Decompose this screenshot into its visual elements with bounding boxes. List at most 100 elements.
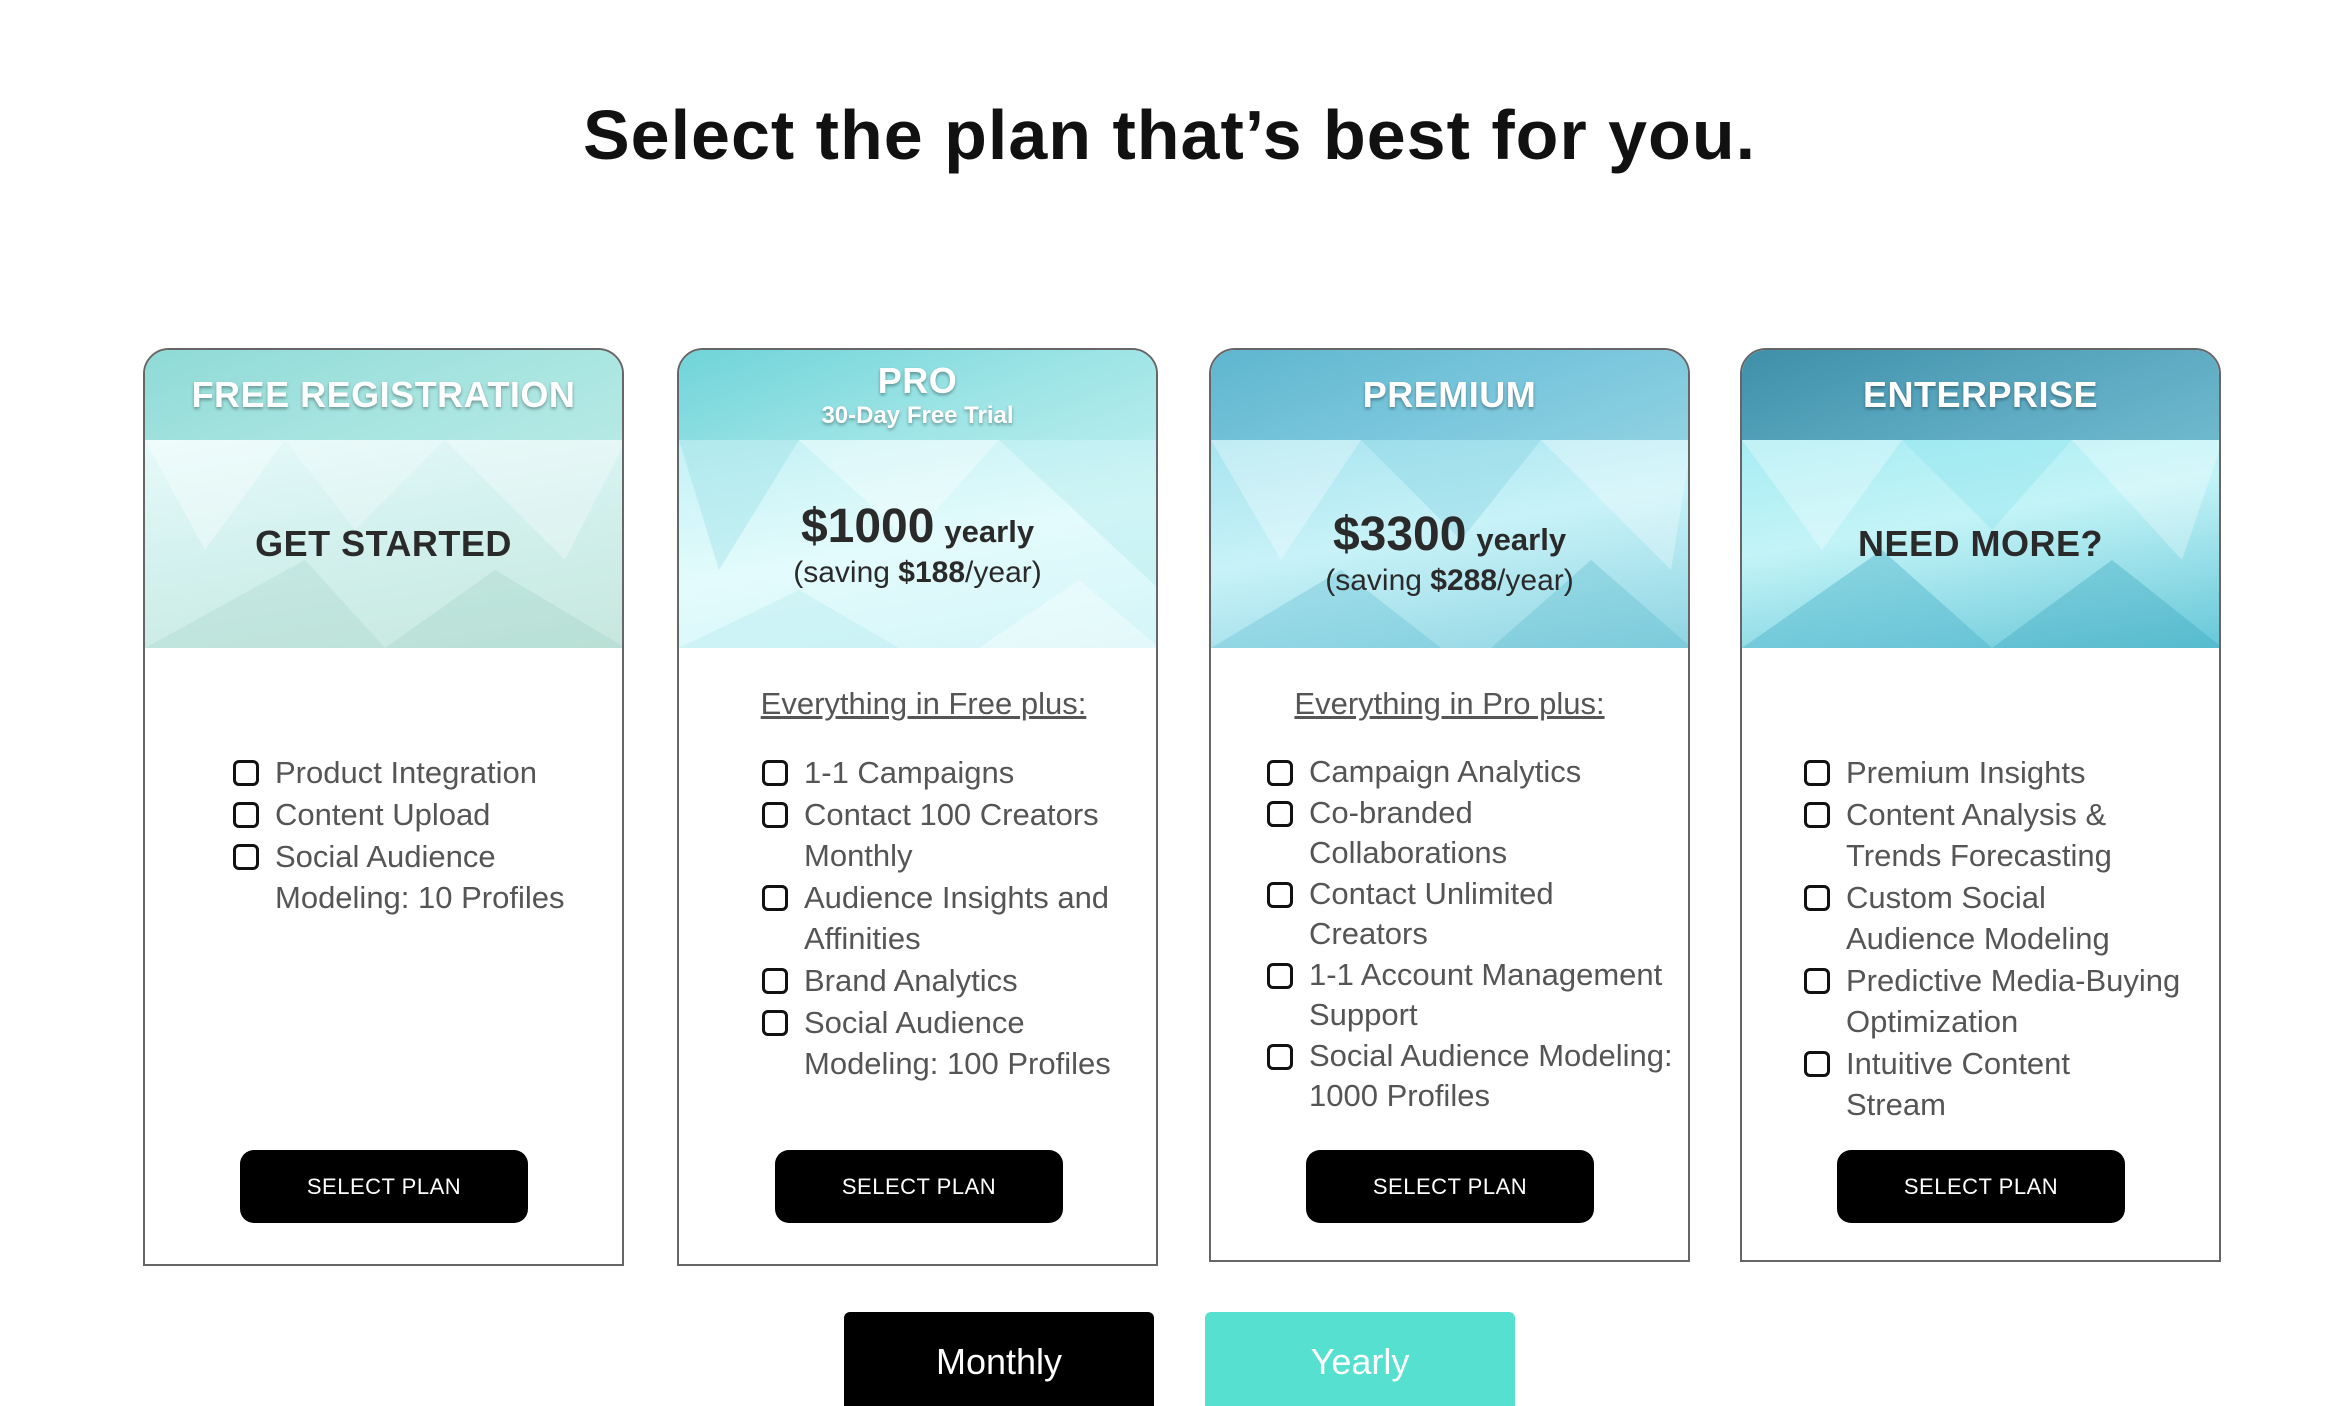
- feature-label: Premium Insights: [1846, 755, 2086, 790]
- plan-intro: Everything in Pro plus:: [1294, 686, 1605, 721]
- saving-suffix: /year): [1497, 563, 1574, 597]
- feature-label: 1-1 Campaigns: [804, 755, 1015, 790]
- feature-label: Audience Insights and Affinities: [804, 880, 1110, 956]
- checkbox-icon: [1804, 885, 1830, 911]
- list-item: Intuitive Content Stream: [1804, 1043, 2216, 1125]
- saving-prefix: (saving: [1325, 563, 1431, 597]
- plan-intro: Everything in Free plus:: [760, 686, 1087, 721]
- plan-name: FREE REGISTRATION: [191, 374, 576, 415]
- feature-label: Contact Unlimited Creators: [1309, 876, 1554, 951]
- checkbox-icon: [1804, 802, 1830, 828]
- list-item: Social Audience Modeling: 10 Profiles: [233, 836, 613, 918]
- plan-body: Everything in Pro plus: Campaign Analyti…: [1211, 648, 1688, 1260]
- plan-price-band: NEED MORE?: [1742, 440, 2219, 648]
- feature-label: Content Analysis & Trends Forecasting: [1846, 797, 2112, 873]
- feature-label: Intuitive Content Stream: [1846, 1046, 2071, 1122]
- plan-name: PRO: [877, 360, 958, 401]
- pricing-page: Select the plan that’s best for you. FRE…: [0, 0, 2339, 1406]
- plan-period: yearly: [944, 513, 1035, 549]
- checkbox-icon: [1804, 968, 1830, 994]
- select-plan-button-free[interactable]: SELECT PLAN: [240, 1150, 528, 1223]
- list-item: Predictive Media-Buying Optimization: [1804, 960, 2216, 1042]
- plan-cta-label: NEED MORE?: [1857, 523, 2103, 564]
- checkbox-icon: [1804, 1051, 1830, 1077]
- billing-toggle-yearly[interactable]: Yearly: [1205, 1312, 1515, 1406]
- checkbox-icon: [762, 885, 788, 911]
- plan-header: PREMIUM: [1211, 350, 1688, 440]
- feature-list: Product Integration Content Upload Socia…: [233, 752, 613, 919]
- plan-body: Product Integration Content Upload Socia…: [145, 648, 622, 1264]
- saving-prefix: (saving: [793, 555, 899, 589]
- feature-label: Social Audience Modeling: 10 Profiles: [275, 839, 565, 915]
- list-item: 1-1 Campaigns: [762, 752, 1152, 793]
- list-item: Social Audience Modeling: 1000 Profiles: [1267, 1036, 1687, 1116]
- feature-list: Campaign Analytics Co-branded Collaborat…: [1267, 752, 1687, 1117]
- feature-label: Social Audience Modeling: 100 Profiles: [804, 1005, 1111, 1081]
- checkbox-icon: [762, 1010, 788, 1036]
- list-item: Content Upload: [233, 794, 613, 835]
- plan-price-band: GET STARTED: [145, 440, 622, 648]
- checkbox-icon: [1267, 801, 1293, 827]
- select-plan-button-pro[interactable]: SELECT PLAN: [775, 1150, 1063, 1223]
- checkbox-icon: [1267, 760, 1293, 786]
- list-item: Brand Analytics: [762, 960, 1152, 1001]
- feature-label: Campaign Analytics: [1309, 754, 1582, 789]
- list-item: Audience Insights and Affinities: [762, 877, 1152, 959]
- feature-label: Content Upload: [275, 797, 491, 832]
- list-item: Custom Social Audience Modeling: [1804, 877, 2216, 959]
- plan-name: ENTERPRISE: [1862, 374, 2099, 415]
- plan-card-pro: PRO 30-Day Free Trial $1000 yearly (savi…: [677, 348, 1158, 1266]
- plan-cta-label: GET STARTED: [255, 523, 512, 564]
- checkbox-icon: [762, 760, 788, 786]
- plan-body: Everything in Free plus: 1-1 Campaigns C…: [679, 648, 1156, 1264]
- feature-label: Contact 100 Creators Monthly: [804, 797, 1099, 873]
- saving-suffix: /year): [965, 555, 1042, 589]
- list-item: Campaign Analytics: [1267, 752, 1687, 792]
- plan-card-enterprise: ENTERPRISE NEED MORE? Premium Insights C…: [1740, 348, 2221, 1262]
- checkbox-icon: [233, 802, 259, 828]
- checkbox-icon: [1804, 760, 1830, 786]
- select-plan-button-enterprise[interactable]: SELECT PLAN: [1837, 1150, 2125, 1223]
- plan-saving: (saving $188/year): [793, 556, 1041, 590]
- list-item: Content Analysis & Trends Forecasting: [1804, 794, 2216, 876]
- plan-price: $1000: [800, 499, 935, 553]
- feature-list: Premium Insights Content Analysis & Tren…: [1804, 752, 2216, 1126]
- plan-price: $3300: [1332, 507, 1467, 561]
- plan-period: yearly: [1476, 521, 1567, 557]
- feature-label: Predictive Media-Buying Optimization: [1846, 963, 2181, 1039]
- billing-toggle-monthly[interactable]: Monthly: [844, 1312, 1154, 1406]
- checkbox-icon: [1267, 1044, 1293, 1070]
- feature-label: Social Audience Modeling: 1000 Profiles: [1309, 1038, 1673, 1113]
- list-item: Contact 100 Creators Monthly: [762, 794, 1152, 876]
- plan-name: PREMIUM: [1362, 374, 1537, 415]
- plan-subtitle: 30-Day Free Trial: [821, 402, 1014, 429]
- feature-label: Custom Social Audience Modeling: [1846, 880, 2110, 956]
- checkbox-icon: [762, 802, 788, 828]
- plan-card-free: FREE REGISTRATION GET STARTED Product In…: [143, 348, 624, 1266]
- plan-price-band: $3300 yearly (saving $288/year): [1211, 440, 1688, 648]
- checkbox-icon: [233, 760, 259, 786]
- list-item: Premium Insights: [1804, 752, 2216, 793]
- plan-header: FREE REGISTRATION: [145, 350, 622, 440]
- plan-header: ENTERPRISE: [1742, 350, 2219, 440]
- price-line: $1000 yearly: [801, 499, 1034, 554]
- plan-price-band: $1000 yearly (saving $188/year): [679, 440, 1156, 648]
- page-title: Select the plan that’s best for you.: [582, 96, 1757, 174]
- checkbox-icon: [762, 968, 788, 994]
- feature-label: 1-1 Account Management Support: [1309, 957, 1663, 1032]
- feature-label: Product Integration: [275, 755, 537, 790]
- list-item: Co-branded Collaborations: [1267, 793, 1687, 873]
- saving-amount: $188: [898, 555, 966, 589]
- plan-header: PRO 30-Day Free Trial: [679, 350, 1156, 440]
- plan-saving: (saving $288/year): [1325, 564, 1573, 598]
- plan-card-premium: PREMIUM $3300 yearly (saving $288/year) …: [1209, 348, 1690, 1262]
- plan-body: Premium Insights Content Analysis & Tren…: [1742, 648, 2219, 1260]
- feature-label: Brand Analytics: [804, 963, 1018, 998]
- checkbox-icon: [233, 844, 259, 870]
- list-item: Contact Unlimited Creators: [1267, 874, 1687, 954]
- list-item: Social Audience Modeling: 100 Profiles: [762, 1002, 1152, 1084]
- checkbox-icon: [1267, 963, 1293, 989]
- select-plan-button-premium[interactable]: SELECT PLAN: [1306, 1150, 1594, 1223]
- list-item: Product Integration: [233, 752, 613, 793]
- feature-list: 1-1 Campaigns Contact 100 Creators Month…: [762, 752, 1152, 1085]
